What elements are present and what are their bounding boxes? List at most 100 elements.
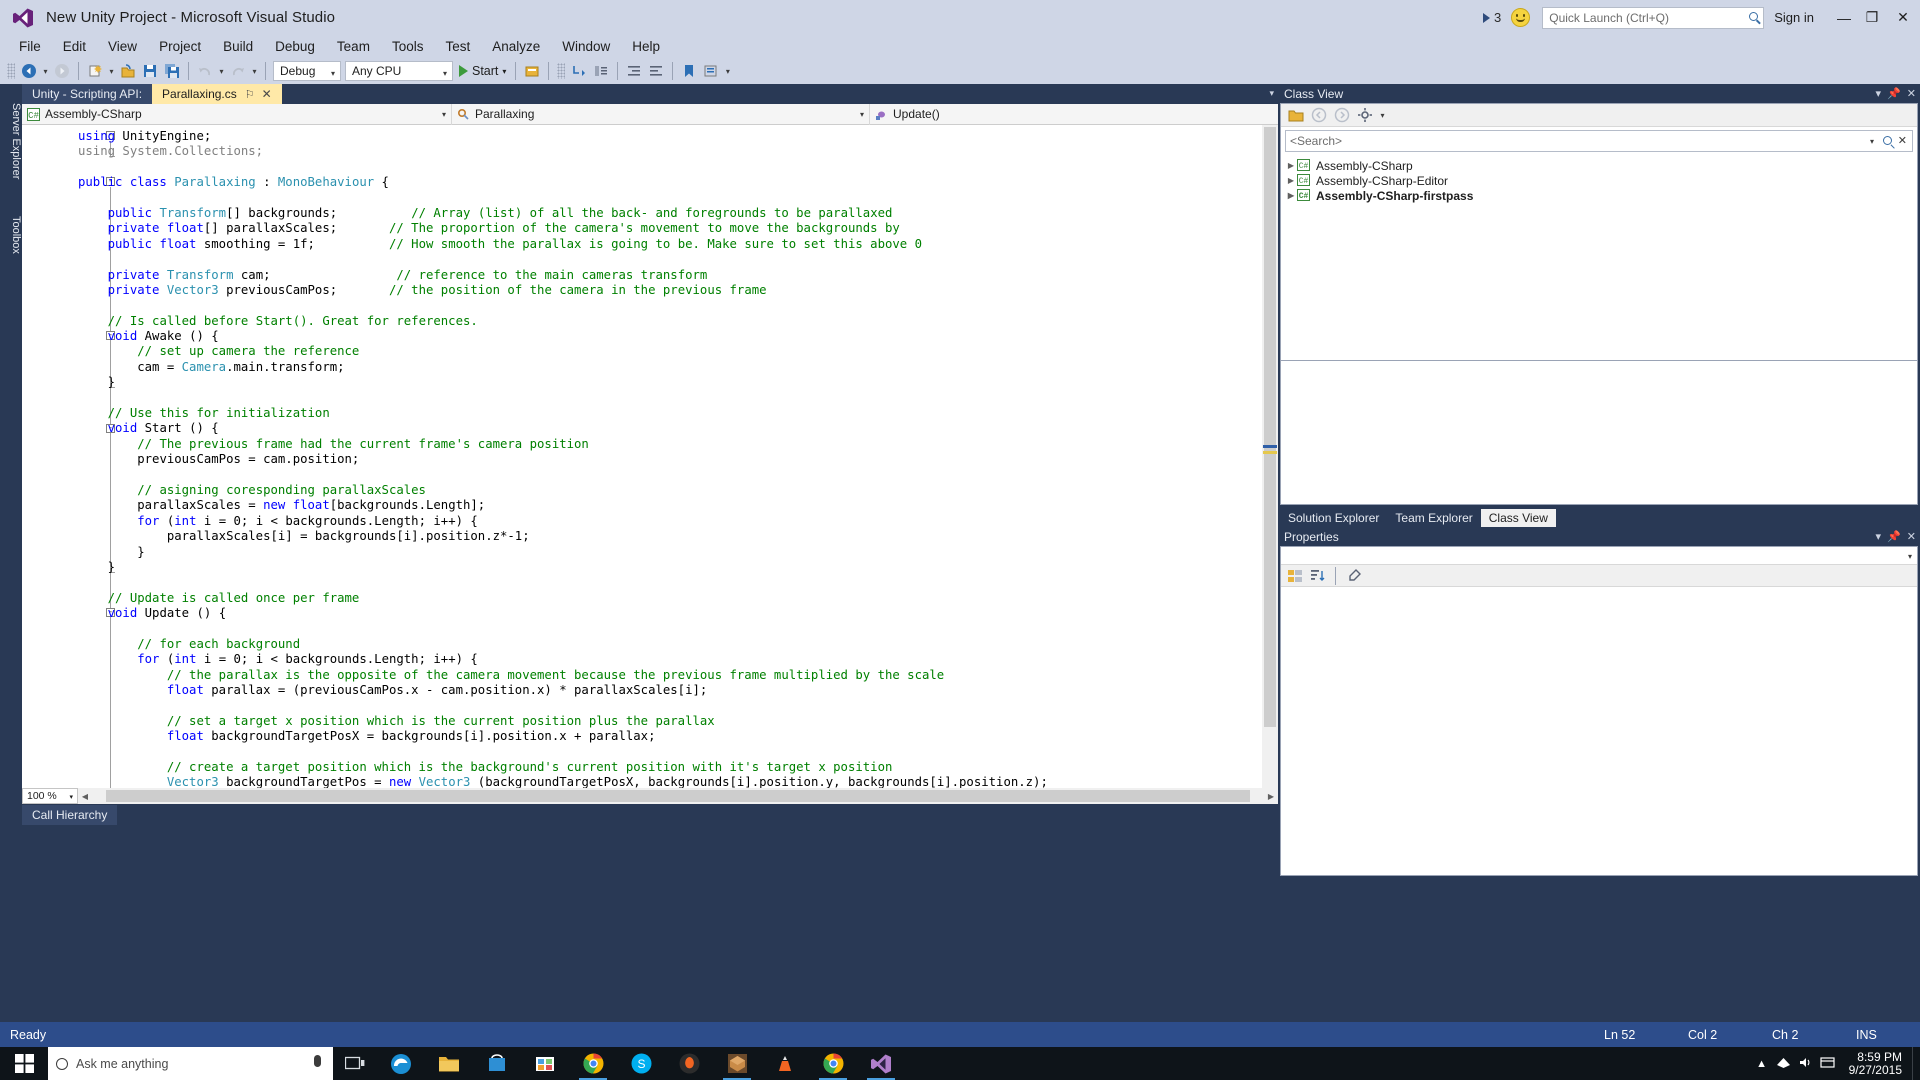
expand-chevron-right-icon[interactable]: ▶ bbox=[1285, 191, 1297, 200]
code-line[interactable]: // set up camera the reference bbox=[78, 344, 1262, 359]
code-line[interactable]: parallaxScales[i] = backgrounds[i].posit… bbox=[78, 529, 1262, 544]
class-view-tree[interactable]: ▶C#Assembly-CSharp▶C#Assembly-CSharp-Edi… bbox=[1281, 155, 1917, 203]
pin-window-icon[interactable]: 📌 bbox=[1887, 530, 1901, 543]
properties-object-selector[interactable]: ▾ bbox=[1281, 547, 1917, 565]
code-editor[interactable]: ----- using UnityEngine;using System.Col… bbox=[22, 125, 1278, 788]
pin-window-icon[interactable]: 📌 bbox=[1887, 87, 1901, 100]
code-line[interactable]: // set a target x position which is the … bbox=[78, 714, 1262, 729]
task-view-button[interactable] bbox=[333, 1047, 377, 1080]
expand-chevron-right-icon[interactable]: ▶ bbox=[1285, 176, 1297, 185]
bookmark-icon[interactable] bbox=[679, 61, 699, 81]
close-window-icon[interactable]: ✕ bbox=[1907, 87, 1916, 100]
code-line[interactable]: float backgroundTargetPosX = backgrounds… bbox=[78, 729, 1262, 744]
open-file-icon[interactable] bbox=[118, 61, 138, 81]
code-line[interactable] bbox=[78, 160, 1262, 175]
tab-call-hierarchy[interactable]: Call Hierarchy bbox=[22, 805, 117, 825]
editor-horizontal-scroll-thumb[interactable] bbox=[106, 790, 1250, 802]
code-line[interactable]: public float smoothing = 1f; // How smoo… bbox=[78, 237, 1262, 252]
toolbar-grip[interactable] bbox=[7, 63, 15, 79]
editor-tab-parallaxing[interactable]: Parallaxing.cs ⚐ ✕ bbox=[152, 84, 282, 104]
comment-selection-icon[interactable] bbox=[591, 61, 611, 81]
code-line[interactable] bbox=[78, 391, 1262, 406]
taskbar-app-chrome2-icon[interactable] bbox=[809, 1047, 857, 1080]
chevron-down-icon[interactable]: ▾ bbox=[1876, 530, 1882, 543]
menu-item-file[interactable]: File bbox=[8, 37, 52, 56]
code-line[interactable]: for (int i = 0; i < backgrounds.Length; … bbox=[78, 652, 1262, 667]
code-line[interactable]: parallaxScales = new float[backgrounds.L… bbox=[78, 498, 1262, 513]
code-line[interactable]: float parallax = (previousCamPos.x - cam… bbox=[78, 683, 1262, 698]
code-line[interactable]: void Update () { bbox=[78, 606, 1262, 621]
menu-item-debug[interactable]: Debug bbox=[264, 37, 326, 56]
code-line[interactable]: public Transform[] backgrounds; // Array… bbox=[78, 206, 1262, 221]
code-line[interactable]: } bbox=[78, 545, 1262, 560]
code-line[interactable]: // for each background bbox=[78, 637, 1262, 652]
expand-chevron-right-icon[interactable]: ▶ bbox=[1285, 161, 1297, 170]
microphone-icon[interactable] bbox=[314, 1055, 321, 1067]
chevron-down-icon[interactable]: ▾ bbox=[1870, 137, 1874, 146]
code-line[interactable]: public class Parallaxing : MonoBehaviour… bbox=[78, 175, 1262, 190]
menu-item-analyze[interactable]: Analyze bbox=[481, 37, 551, 56]
type-selector-combo[interactable]: Parallaxing ▾ bbox=[452, 104, 870, 125]
maximize-button[interactable]: ❐ bbox=[1858, 0, 1886, 35]
code-line[interactable]: // the parallax is the opposite of the c… bbox=[78, 668, 1262, 683]
solution-configuration-combo[interactable]: Debug ▾ bbox=[273, 61, 341, 81]
menu-item-project[interactable]: Project bbox=[148, 37, 212, 56]
taskbar-app-skype-icon[interactable]: S bbox=[617, 1047, 665, 1080]
code-line[interactable] bbox=[78, 468, 1262, 483]
code-line[interactable]: using System.Collections; bbox=[78, 144, 1262, 159]
indicator-margin[interactable] bbox=[22, 125, 42, 788]
class-view-search-input[interactable]: <Search> ▾ ✕ bbox=[1285, 130, 1913, 152]
taskbar-app-photos-icon[interactable] bbox=[521, 1047, 569, 1080]
new-project-dropdown-icon[interactable]: ▾ bbox=[106, 61, 117, 81]
indent-icon[interactable] bbox=[624, 61, 644, 81]
step-into-icon[interactable] bbox=[569, 61, 589, 81]
tray-volume-icon[interactable] bbox=[1795, 1056, 1817, 1072]
class-view-settings-dropdown-icon[interactable]: ▾ bbox=[1377, 105, 1388, 125]
code-line[interactable]: using UnityEngine; bbox=[78, 129, 1262, 144]
solution-platform-combo[interactable]: Any CPU ▾ bbox=[345, 61, 453, 81]
menu-item-build[interactable]: Build bbox=[212, 37, 264, 56]
code-line[interactable]: } bbox=[78, 375, 1262, 390]
close-button[interactable]: ✕ bbox=[1886, 0, 1920, 35]
code-line[interactable]: for (int i = 0; i < backgrounds.Length; … bbox=[78, 514, 1262, 529]
code-line[interactable]: cam = Camera.main.transform; bbox=[78, 360, 1262, 375]
code-line[interactable]: } bbox=[78, 560, 1262, 575]
code-line[interactable]: // create a target position which is the… bbox=[78, 760, 1262, 775]
editor-tab-unity-scripting-api[interactable]: Unity - Scripting API: bbox=[22, 84, 152, 104]
code-line[interactable]: Vector3 backgroundTargetPos = new Vector… bbox=[78, 775, 1262, 788]
class-view-members-pane[interactable] bbox=[1280, 360, 1918, 505]
code-line[interactable]: // Use this for initialization bbox=[78, 406, 1262, 421]
code-text[interactable]: using UnityEngine;using System.Collectio… bbox=[78, 129, 1262, 788]
categorized-view-icon[interactable] bbox=[1284, 566, 1305, 585]
taskbar-app-vlc-icon[interactable] bbox=[761, 1047, 809, 1080]
taskbar-app-visual-studio-icon[interactable] bbox=[857, 1047, 905, 1080]
taskbar-app-store-icon[interactable] bbox=[473, 1047, 521, 1080]
scroll-right-icon[interactable]: ▶ bbox=[1264, 792, 1278, 801]
sidebar-item-server-explorer[interactable]: Server Explorer bbox=[0, 86, 22, 196]
code-line[interactable] bbox=[78, 575, 1262, 590]
menu-item-edit[interactable]: Edit bbox=[52, 37, 97, 56]
unindent-icon[interactable] bbox=[646, 61, 666, 81]
new-project-icon[interactable] bbox=[85, 61, 105, 81]
quick-launch-input[interactable]: Quick Launch (Ctrl+Q) bbox=[1542, 7, 1764, 29]
member-selector-combo[interactable]: Update() bbox=[870, 104, 1278, 125]
code-line[interactable] bbox=[78, 191, 1262, 206]
code-line[interactable]: void Start () { bbox=[78, 421, 1262, 436]
code-line[interactable]: // Update is called once per frame bbox=[78, 591, 1262, 606]
editor-zoom-combo[interactable]: 100 % ▾ bbox=[22, 788, 78, 804]
code-line[interactable]: // asigning coresponding parallaxScales bbox=[78, 483, 1262, 498]
scroll-left-icon[interactable]: ◀ bbox=[78, 792, 92, 801]
tray-show-hidden-chevron-up-icon[interactable]: ▲ bbox=[1751, 1058, 1773, 1070]
code-line[interactable]: previousCamPos = cam.position; bbox=[78, 452, 1262, 467]
code-line[interactable] bbox=[78, 745, 1262, 760]
code-line[interactable]: private Vector3 previousCamPos; // the p… bbox=[78, 283, 1262, 298]
navigate-backward-icon[interactable] bbox=[19, 61, 39, 81]
code-line[interactable] bbox=[78, 252, 1262, 267]
outlining-margin[interactable]: ----- bbox=[62, 125, 76, 788]
menu-item-window[interactable]: Window bbox=[551, 37, 621, 56]
minimize-button[interactable]: — bbox=[1830, 0, 1858, 35]
feedback-smiley-icon[interactable] bbox=[1511, 8, 1530, 27]
class-view-node[interactable]: ▶C#Assembly-CSharp-Editor bbox=[1281, 173, 1917, 188]
property-pages-icon[interactable] bbox=[1343, 566, 1364, 585]
project-selector-combo[interactable]: C# Assembly-CSharp ▾ bbox=[22, 104, 452, 125]
